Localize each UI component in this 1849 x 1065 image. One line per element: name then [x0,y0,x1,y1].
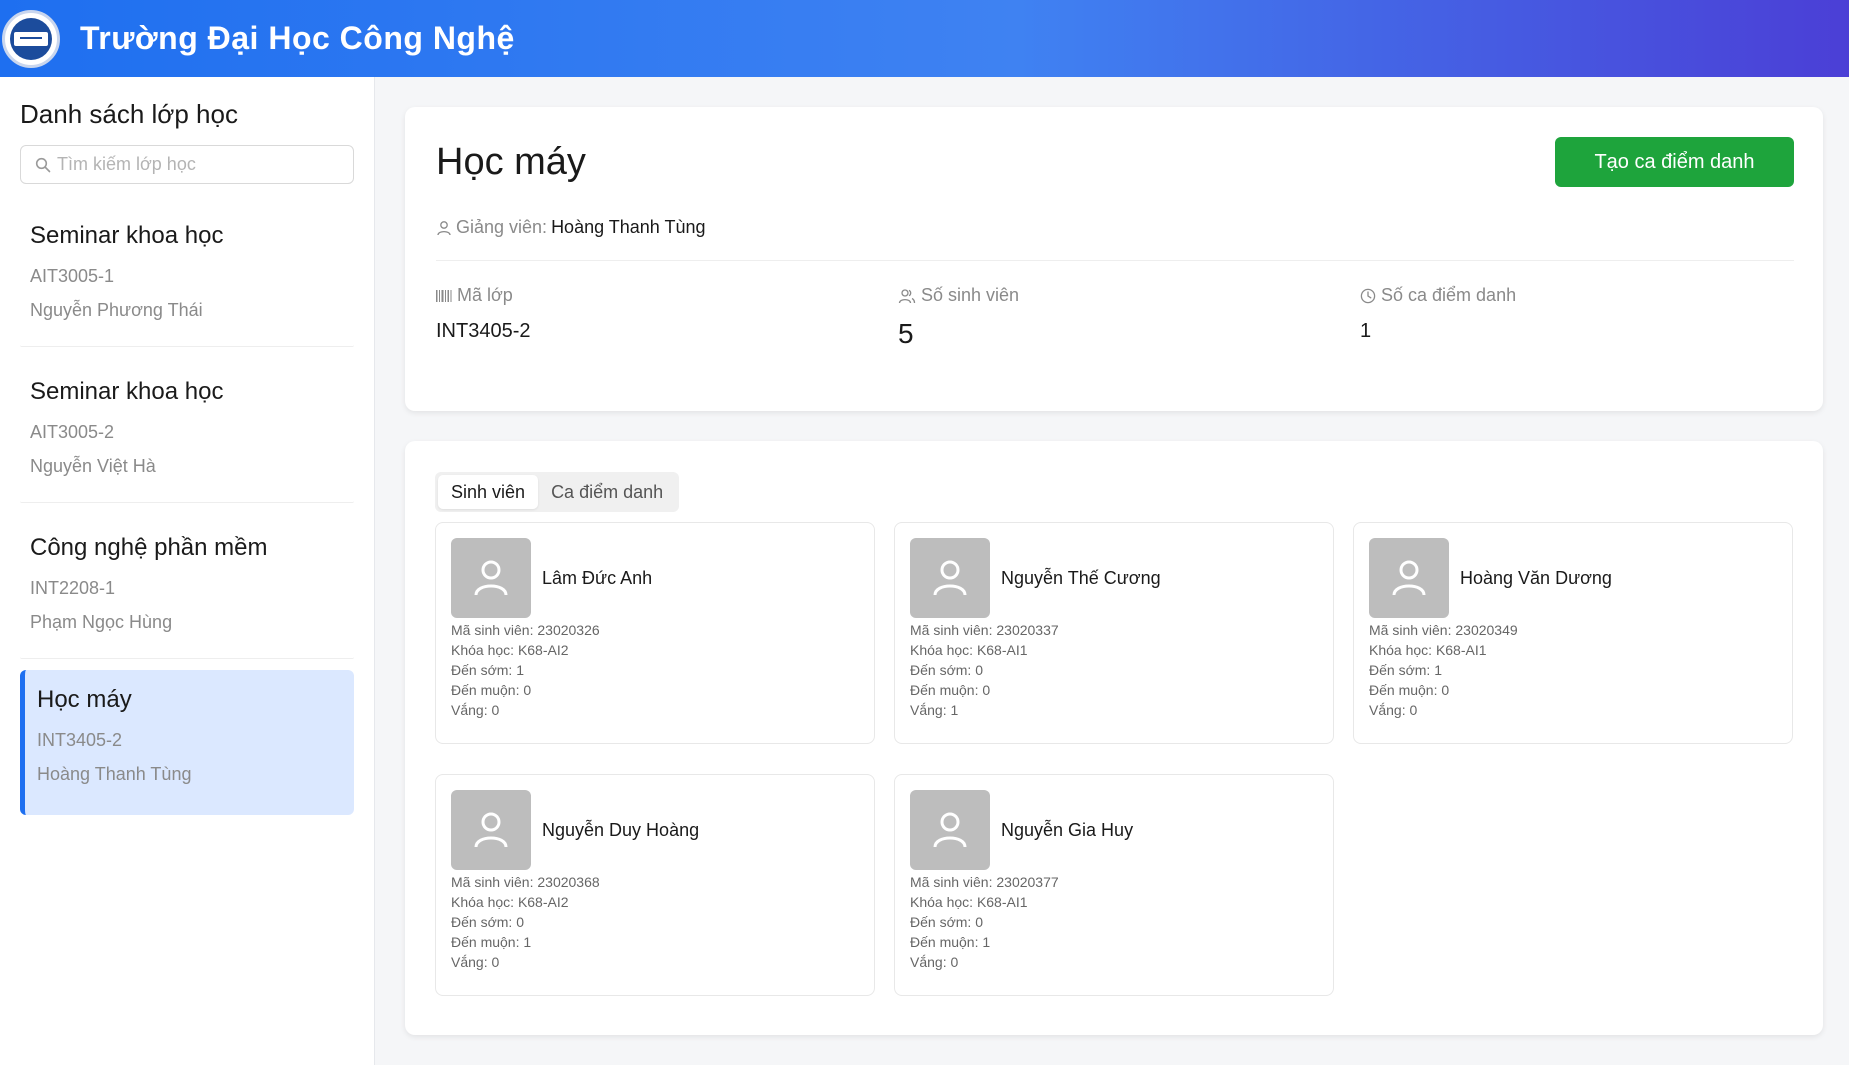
tab-students[interactable]: Sinh viên [438,475,539,509]
class-item-title: Seminar khoa học [30,222,224,249]
stat-value: 5 [898,318,914,349]
avatar [1369,538,1449,618]
class-item-teacher: Hoàng Thanh Tùng [37,764,192,784]
user-icon [1392,560,1426,596]
class-item[interactable]: Seminar khoa học AIT3005-2 Nguyễn Việt H… [20,358,354,503]
sidebar: Danh sách lớp học Seminar khoa học AIT30… [0,77,375,1065]
user-icon [474,560,508,596]
student-card[interactable]: Lâm Đức Anh Mã sinh viên: 23020326 Khóa … [435,522,875,744]
class-item-title: Học máy [37,686,132,713]
class-item-active[interactable]: Học máy INT3405-2 Hoàng Thanh Tùng [20,670,354,815]
student-id: Mã sinh viên: 23020326 [451,622,600,638]
student-absent: Vắng: 0 [451,954,500,970]
student-late: Đến muộn: 0 [1369,682,1450,698]
stat-label: Mã lớp [457,285,513,305]
student-name: Nguyễn Thế Cương [1001,567,1161,588]
class-item-teacher: Phạm Ngọc Hùng [30,612,173,632]
student-early: Đến sớm: 1 [451,662,524,678]
users-icon [898,288,916,303]
class-info-card: Học máy Tạo ca điểm danh Giảng viên: Hoà… [405,107,1823,411]
avatar [910,790,990,870]
student-card[interactable]: Hoàng Văn Dương Mã sinh viên: 23020349 K… [1353,522,1793,744]
student-late: Đến muộn: 1 [451,934,532,950]
university-logo[interactable] [2,9,60,68]
student-course: Khóa học: K68-AI2 [451,642,569,658]
class-item[interactable]: Công nghệ phần mềm INT2208-1 Phạm Ngọc H… [20,514,354,659]
top-header: Trường Đại Học Công Nghệ [0,0,1849,77]
stat-value: 1 [1360,320,1372,342]
tab-attendance-sessions[interactable]: Ca điểm danh [538,475,676,509]
clock-icon [1360,288,1376,303]
student-name: Hoàng Văn Dương [1460,567,1612,588]
sidebar-heading: Danh sách lớp học [20,99,238,129]
students-card: Sinh viên Ca điểm danh Lâm Đức Anh Mã si… [405,441,1823,1035]
student-early: Đến sớm: 0 [910,662,983,678]
teacher-line: Giảng viên: Hoàng Thanh Tùng [436,217,706,238]
student-id: Mã sinh viên: 23020377 [910,874,1059,890]
student-course: Khóa học: K68-AI1 [1369,642,1487,658]
student-absent: Vắng: 0 [910,954,959,970]
class-item-code: AIT3005-1 [30,266,115,286]
class-search-box[interactable] [20,145,354,184]
class-item-code: AIT3005-2 [30,422,115,442]
avatar [451,790,531,870]
teacher-label: Giảng viên: [456,217,548,237]
user-icon [933,560,967,596]
class-item-teacher: Nguyễn Việt Hà [30,456,156,476]
student-card[interactable]: Nguyễn Thế Cương Mã sinh viên: 23020337 … [894,522,1334,744]
student-early: Đến sớm: 1 [1369,662,1442,678]
student-card[interactable]: Nguyễn Duy Hoàng Mã sinh viên: 23020368 … [435,774,875,996]
user-icon [933,812,967,848]
student-name: Lâm Đức Anh [542,567,653,588]
class-item-title: Seminar khoa học [30,378,224,405]
student-late: Đến muộn: 0 [451,682,532,698]
site-title: Trường Đại Học Công Nghệ [80,20,515,56]
class-title: Học máy [436,141,586,183]
user-icon [437,220,451,235]
student-id: Mã sinh viên: 23020368 [451,874,600,890]
class-item-teacher: Nguyễn Phương Thái [30,300,203,320]
student-course: Khóa học: K68-AI1 [910,642,1028,658]
student-id: Mã sinh viên: 23020349 [1369,622,1518,638]
class-list: Seminar khoa học AIT3005-1 Nguyễn Phương… [20,202,354,826]
student-late: Đến muộn: 1 [910,934,991,950]
stat-class-code: Mã lớp INT3405-2 [436,285,531,343]
student-absent: Vắng: 1 [910,702,959,718]
student-card[interactable]: Nguyễn Gia Huy Mã sinh viên: 23020377 Kh… [894,774,1334,996]
student-absent: Vắng: 0 [1369,702,1418,718]
user-icon [474,812,508,848]
create-attendance-session-button[interactable]: Tạo ca điểm danh [1555,137,1794,187]
avatar [910,538,990,618]
student-id: Mã sinh viên: 23020337 [910,622,1059,638]
tab-switcher: Sinh viên Ca điểm danh [435,472,680,512]
student-absent: Vắng: 0 [451,702,500,718]
stat-label: Số ca điểm danh [1381,285,1517,305]
class-item-code: INT3405-2 [37,730,123,750]
class-item-title: Công nghệ phần mềm [30,534,268,561]
teacher-name: Hoàng Thanh Tùng [551,217,706,237]
avatar [451,538,531,618]
student-name: Nguyễn Duy Hoàng [542,819,700,840]
stat-label: Số sinh viên [921,285,1020,305]
class-item[interactable]: Seminar khoa học AIT3005-1 Nguyễn Phương… [20,202,354,347]
student-course: Khóa học: K68-AI1 [910,894,1028,910]
class-item-code: INT2208-1 [30,578,116,598]
stat-session-count: Số ca điểm danh 1 [1360,285,1516,343]
class-search-input[interactable] [57,154,337,175]
barcode-icon [436,289,452,302]
student-early: Đến sớm: 0 [910,914,983,930]
student-early: Đến sớm: 0 [451,914,524,930]
stat-value: INT3405-2 [436,320,531,342]
student-course: Khóa học: K68-AI2 [451,894,569,910]
search-icon [35,157,51,172]
divider [436,260,1794,261]
student-late: Đến muộn: 0 [910,682,991,698]
stat-student-count: Số sinh viên 5 [898,285,1019,350]
logo-emblem [10,17,52,60]
student-name: Nguyễn Gia Huy [1001,819,1134,840]
